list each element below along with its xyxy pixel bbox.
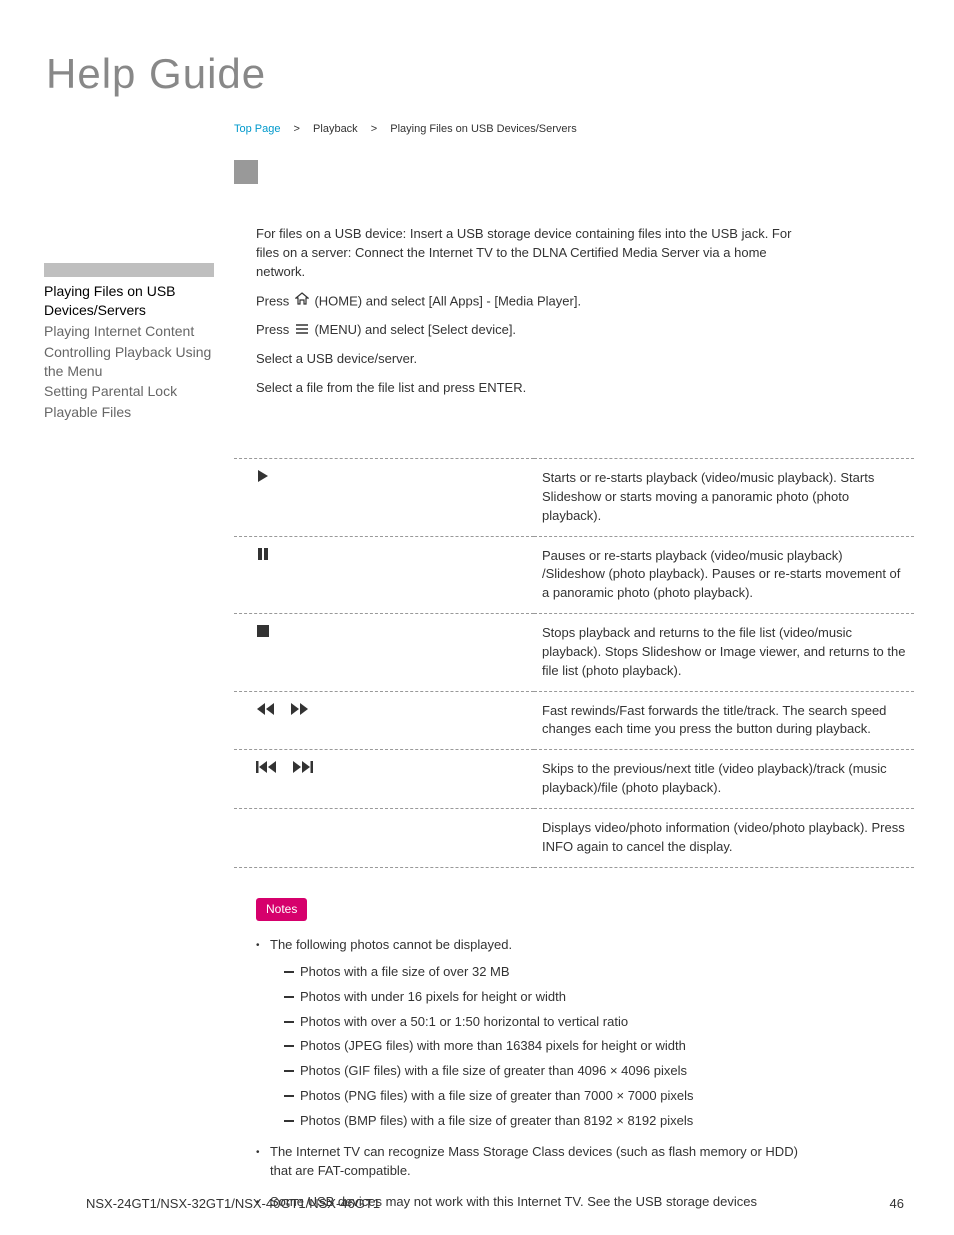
sidebar-item-parental-lock[interactable]: Setting Parental Lock bbox=[44, 381, 214, 402]
note-text: The following photos cannot be displayed… bbox=[270, 937, 512, 952]
notes-list: The following photos cannot be displayed… bbox=[256, 936, 816, 1211]
table-row: Displays video/photo information (video/… bbox=[234, 809, 914, 868]
step-1: Press (HOME) and select [All Apps] - [Me… bbox=[256, 292, 816, 312]
controls-table: Starts or re-starts playback (video/musi… bbox=[234, 458, 914, 868]
step-2: Press (MENU) and select [Select device]. bbox=[256, 321, 816, 340]
sidebar-top-divider bbox=[44, 263, 214, 277]
sub-item: Photos with a file size of over 32 MB bbox=[284, 963, 816, 982]
control-skip-icon-cell bbox=[234, 750, 534, 809]
sub-item: Photos (GIF files) with a file size of g… bbox=[284, 1062, 816, 1081]
menu-icon bbox=[295, 322, 309, 341]
breadcrumb: Top Page > Playback > Playing Files on U… bbox=[0, 98, 954, 135]
control-rewff-desc: Fast rewinds/Fast forwards the title/tra… bbox=[534, 691, 914, 750]
sidebar-item-playable-files[interactable]: Playable Files bbox=[44, 402, 214, 423]
table-row: Stops playback and returns to the file l… bbox=[234, 614, 914, 692]
step-2-post: (MENU) and select [Select device]. bbox=[314, 322, 516, 337]
breadcrumb-mid: Playback bbox=[313, 123, 358, 135]
main-content: For files on a USB device: Insert a USB … bbox=[256, 225, 816, 1223]
intro-paragraph: For files on a USB device: Insert a USB … bbox=[256, 225, 816, 282]
breadcrumb-sep: > bbox=[371, 123, 377, 135]
sidebar-item-playing-usb[interactable]: Playing Files on USB Devices/Servers bbox=[44, 281, 214, 321]
footer-model: NSX-24GT1/NSX-32GT1/NSX-40GT1/NSX-46GT1 bbox=[86, 1196, 380, 1211]
breadcrumb-top[interactable]: Top Page bbox=[234, 123, 280, 135]
sub-item: Photos (JPEG files) with more than 16384… bbox=[284, 1037, 816, 1056]
skip-next-icon bbox=[291, 760, 313, 780]
note-item: The following photos cannot be displayed… bbox=[256, 936, 816, 1131]
fastforward-icon bbox=[289, 702, 309, 722]
sub-item: Photos (BMP files) with a file size of g… bbox=[284, 1112, 816, 1131]
note-sublist: Photos with a file size of over 32 MB Ph… bbox=[270, 963, 816, 1131]
step-1-post: (HOME) and select [All Apps] - [Media Pl… bbox=[314, 293, 581, 308]
page-title: Help Guide bbox=[0, 0, 954, 98]
table-row: Starts or re-starts playback (video/musi… bbox=[234, 459, 914, 537]
control-stop-desc: Stops playback and returns to the file l… bbox=[534, 614, 914, 692]
sub-item: Photos with over a 50:1 or 1:50 horizont… bbox=[284, 1013, 816, 1032]
sidebar-item-internet-content[interactable]: Playing Internet Content bbox=[44, 321, 214, 342]
control-pause-icon-cell bbox=[234, 536, 534, 614]
breadcrumb-sep: > bbox=[294, 123, 300, 135]
step-2-pre: Press bbox=[256, 322, 293, 337]
table-row: Fast rewinds/Fast forwards the title/tra… bbox=[234, 691, 914, 750]
table-row: Pauses or re-starts playback (video/musi… bbox=[234, 536, 914, 614]
rewind-icon bbox=[256, 702, 276, 722]
breadcrumb-current: Playing Files on USB Devices/Servers bbox=[390, 123, 576, 135]
control-skip-desc: Skips to the previous/next title (video … bbox=[534, 750, 914, 809]
control-stop-icon-cell bbox=[234, 614, 534, 692]
sub-item: Photos (PNG files) with a file size of g… bbox=[284, 1087, 816, 1106]
section-marker bbox=[234, 160, 258, 184]
footer: NSX-24GT1/NSX-32GT1/NSX-40GT1/NSX-46GT1 … bbox=[86, 1196, 904, 1211]
step-3: Select a USB device/server. bbox=[256, 350, 816, 369]
step-1-pre: Press bbox=[256, 293, 293, 308]
step-4: Select a file from the file list and pre… bbox=[256, 379, 816, 398]
control-rewff-icon-cell bbox=[234, 691, 534, 750]
control-pause-desc: Pauses or re-starts playback (video/musi… bbox=[534, 536, 914, 614]
sidebar: Playing Files on USB Devices/Servers Pla… bbox=[44, 263, 214, 423]
sidebar-item-controlling-playback[interactable]: Controlling Playback Using the Menu bbox=[44, 342, 214, 382]
pause-icon bbox=[256, 547, 270, 567]
skip-prev-icon bbox=[256, 760, 278, 780]
table-row: Skips to the previous/next title (video … bbox=[234, 750, 914, 809]
stop-icon bbox=[256, 624, 270, 644]
footer-page: 46 bbox=[890, 1196, 904, 1211]
notes-badge: Notes bbox=[256, 898, 307, 921]
control-info-icon-cell bbox=[234, 809, 534, 868]
play-icon bbox=[256, 469, 270, 489]
sub-item: Photos with under 16 pixels for height o… bbox=[284, 988, 816, 1007]
control-info-desc: Displays video/photo information (video/… bbox=[534, 809, 914, 868]
note-item: The Internet TV can recognize Mass Stora… bbox=[256, 1143, 816, 1181]
control-play-desc: Starts or re-starts playback (video/musi… bbox=[534, 459, 914, 537]
home-icon bbox=[295, 292, 309, 312]
control-play-icon-cell bbox=[234, 459, 534, 537]
